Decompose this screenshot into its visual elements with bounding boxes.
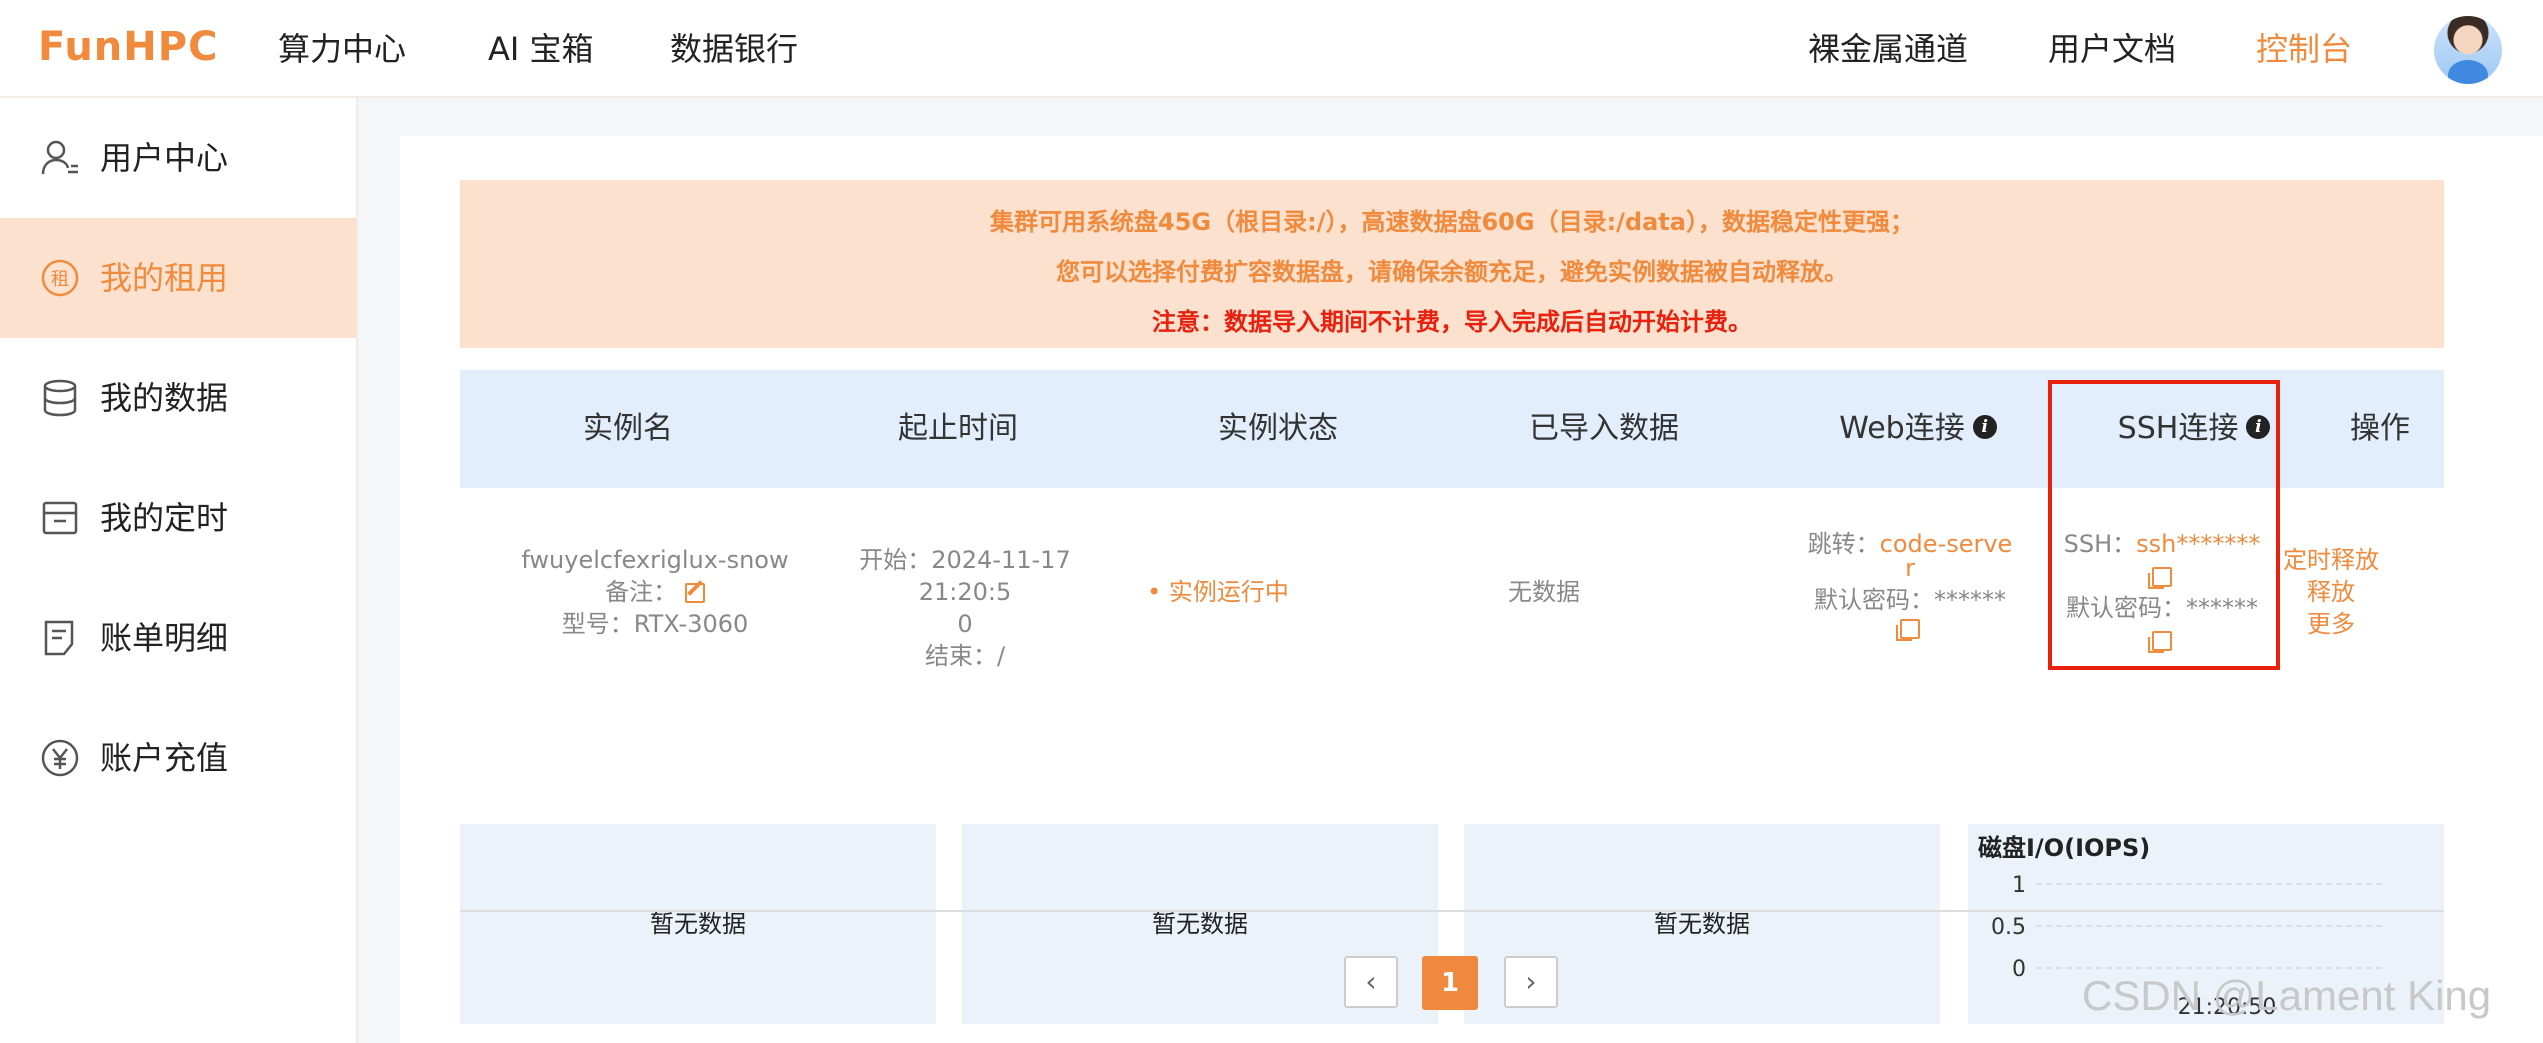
notice-line-3: 注意：数据导入期间不计费，导入完成后自动开始计费。 [1152, 308, 1752, 336]
start-time-line2: 0 [957, 610, 973, 638]
nav-user-docs[interactable]: 用户文档 [2048, 26, 2176, 72]
yen-icon [41, 739, 79, 777]
y-tick-label: 0.5 [1991, 915, 2026, 940]
nav-console[interactable]: 控制台 [2256, 26, 2352, 72]
instance-name-cell: fwuyelcfexriglux-snow 备注： 型号：RTX-3060 [460, 544, 850, 640]
end-time: 结束：/ [924, 642, 1006, 670]
nav-compute-center[interactable]: 算力中心 [278, 26, 406, 72]
user-avatar[interactable] [2434, 16, 2502, 84]
top-nav-bar: FunHPC 算力中心 AI 宝箱 数据银行 裸金属通道 用户文档 控制台 [0, 0, 2543, 98]
ssh-highlight-box [2048, 380, 2280, 670]
sidebar: 用户中心 租 我的租用 我的数据 我的定时 账单明细 账户充值 [0, 98, 358, 1043]
sidebar-item-recharge[interactable]: 账户充值 [0, 698, 356, 818]
sidebar-label-user-center: 用户中心 [100, 139, 229, 177]
sidebar-label-my-data: 我的数据 [100, 379, 229, 417]
sidebar-label-bill-detail: 账单明细 [100, 619, 229, 657]
nav-ai-box[interactable]: AI 宝箱 [488, 26, 594, 72]
nav-bare-metal[interactable]: 裸金属通道 [1808, 26, 1968, 72]
instance-name: fwuyelcfexriglux-snow [521, 546, 789, 574]
sidebar-item-user-center[interactable]: 用户中心 [0, 98, 356, 218]
th-time-range: 起止时间 [898, 411, 1018, 446]
status-running: • 实例运行中 [1147, 578, 1289, 606]
rent-icon-char: 租 [51, 269, 69, 290]
web-connect-cell: 跳转：code-serve r 默认密码：****** [1792, 528, 2028, 644]
table-divider [460, 910, 2444, 912]
start-time-line1: 开始：2024-11-17 21:20:5 [859, 546, 1071, 606]
rent-icon: 租 [41, 259, 79, 297]
next-page-button[interactable]: › [1504, 956, 1558, 1008]
operations-cell: 定时释放 释放 更多 [2276, 544, 2386, 640]
no-data-text: 暂无数据 [650, 910, 746, 938]
th-web-connect: Web连接 i [1790, 370, 2046, 488]
sidebar-label-recharge: 账户充值 [100, 739, 229, 777]
sidebar-label-my-timer: 我的定时 [100, 499, 229, 537]
notice-line-2: 您可以选择付费扩容数据盘，请确保余额充足，避免实例数据被自动释放。 [1056, 258, 1848, 286]
prev-page-button[interactable]: ‹ [1344, 956, 1398, 1008]
bill-icon [44, 620, 74, 656]
funhpc-logo[interactable]: FunHPC [38, 24, 218, 70]
notice-line-1: 集群可用系统盘45G（根目录:/），高速数据盘60G（目录:/data），数据稳… [990, 208, 1914, 236]
database-icon [43, 379, 77, 417]
web-jump-label: 跳转： [1807, 530, 1880, 558]
instance-model: 型号：RTX-3060 [561, 610, 749, 638]
timer-box-icon [42, 501, 78, 535]
monitor-panel-1: 暂无数据 [460, 824, 936, 1024]
th-web-connect-label: Web连接 [1839, 411, 1965, 446]
copy-icon[interactable] [1896, 619, 1920, 641]
release-link[interactable]: 释放 [2276, 576, 2386, 608]
code-server-link[interactable]: code-serve [1880, 530, 2013, 558]
edit-icon[interactable] [684, 583, 705, 603]
user-icon [41, 140, 78, 175]
status-cell: • 实例运行中 [1090, 576, 1346, 608]
th-instance-status: 实例状态 [1218, 411, 1338, 446]
nav-data-bank[interactable]: 数据银行 [670, 26, 798, 72]
sidebar-item-my-timer[interactable]: 我的定时 [0, 458, 356, 578]
notice-banner: 集群可用系统盘45G（根目录:/），高速数据盘60G（目录:/data），数据稳… [460, 180, 2444, 348]
timed-release-link[interactable]: 定时释放 [2276, 544, 2386, 576]
th-operations: 操作 [2350, 411, 2410, 446]
imported-data-cell: 无数据 [1508, 578, 1580, 606]
info-icon[interactable]: i [1972, 414, 1997, 439]
y-tick-label: 0 [2012, 957, 2026, 982]
y-tick-label: 1 [2012, 873, 2026, 898]
sidebar-label-my-rental: 我的租用 [100, 259, 229, 297]
sidebar-item-bill-detail[interactable]: 账单明细 [0, 578, 356, 698]
th-imported-data: 已导入数据 [1529, 411, 1679, 446]
remark-row: 备注： [460, 576, 850, 608]
page-number-1[interactable]: 1 [1422, 956, 1478, 1010]
th-instance-name: 实例名 [583, 411, 673, 446]
time-range-cell: 开始：2024-11-17 21:20:5 0 结束：/ [810, 544, 1120, 672]
remark-label: 备注： [605, 578, 678, 606]
more-link[interactable]: 更多 [2276, 608, 2386, 640]
watermark: CSDN @Lament King [2082, 972, 2492, 1019]
sidebar-item-my-rental[interactable]: 租 我的租用 [0, 218, 356, 338]
sidebar-item-my-data[interactable]: 我的数据 [0, 338, 356, 458]
